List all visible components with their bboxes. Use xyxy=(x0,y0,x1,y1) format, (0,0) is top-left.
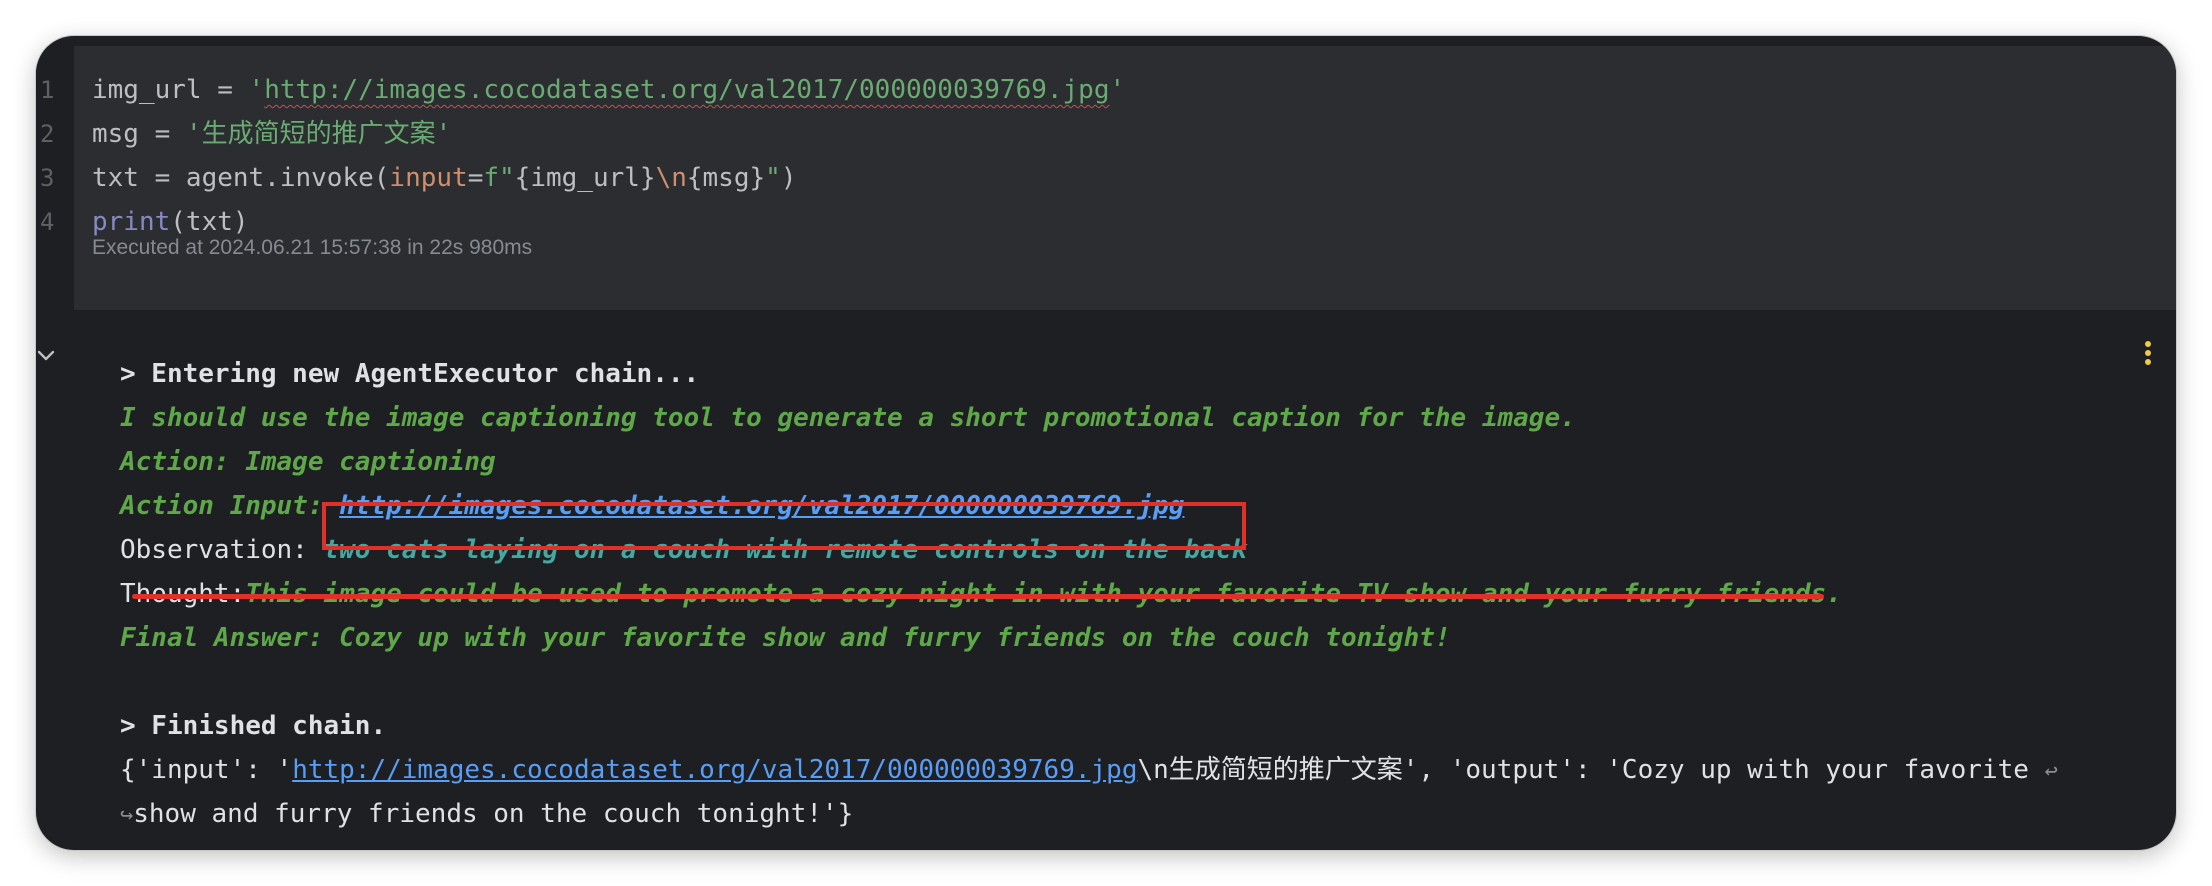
output-thought: I should use the image captioning tool t… xyxy=(120,403,1576,433)
soft-wrap-continue-icon: ↪ xyxy=(120,803,134,828)
underline-annotation xyxy=(132,594,1824,599)
execution-status: Executed at 2024.06.21 15:57:38 in 22s 9… xyxy=(92,236,533,259)
chevron-down-icon[interactable] xyxy=(36,346,56,366)
soft-wrap-icon: ↩ xyxy=(2044,759,2058,784)
code-url: http://images.cocodataset.org/val2017/00… xyxy=(264,75,1110,105)
code-line-3[interactable]: txt = agent.invoke(input=f"{img_url}\n{m… xyxy=(92,156,796,200)
output-result-line-1: {'input': 'http://images.cocodataset.org… xyxy=(120,755,2058,785)
output-finished-chain: > Finished chain. xyxy=(120,711,387,741)
output-final-answer: Final Answer: Cozy up with your favorite… xyxy=(120,623,1451,653)
code-line-2[interactable]: msg = '生成简短的推广文案' xyxy=(92,112,451,156)
output-action: Action: Image captioning xyxy=(120,447,496,477)
kebab-menu-icon[interactable] xyxy=(2144,340,2152,366)
output-entering-chain: > Entering new AgentExecutor chain... xyxy=(120,359,700,389)
line-number: 4 xyxy=(40,208,55,236)
code-line-1[interactable]: img_url = 'http://images.cocodataset.org… xyxy=(92,68,1125,112)
line-number: 1 xyxy=(40,76,55,104)
result-input-link[interactable]: http://images.cocodataset.org/val2017/00… xyxy=(292,755,1137,785)
highlight-box-annotation xyxy=(322,502,1246,550)
line-number: 2 xyxy=(40,120,55,148)
output-result-line-2: ↪show and furry friends on the couch ton… xyxy=(120,799,854,829)
line-number: 3 xyxy=(40,164,55,192)
notebook-cell: 1 2 3 4 img_url = 'http://images.cocodat… xyxy=(36,36,2176,850)
